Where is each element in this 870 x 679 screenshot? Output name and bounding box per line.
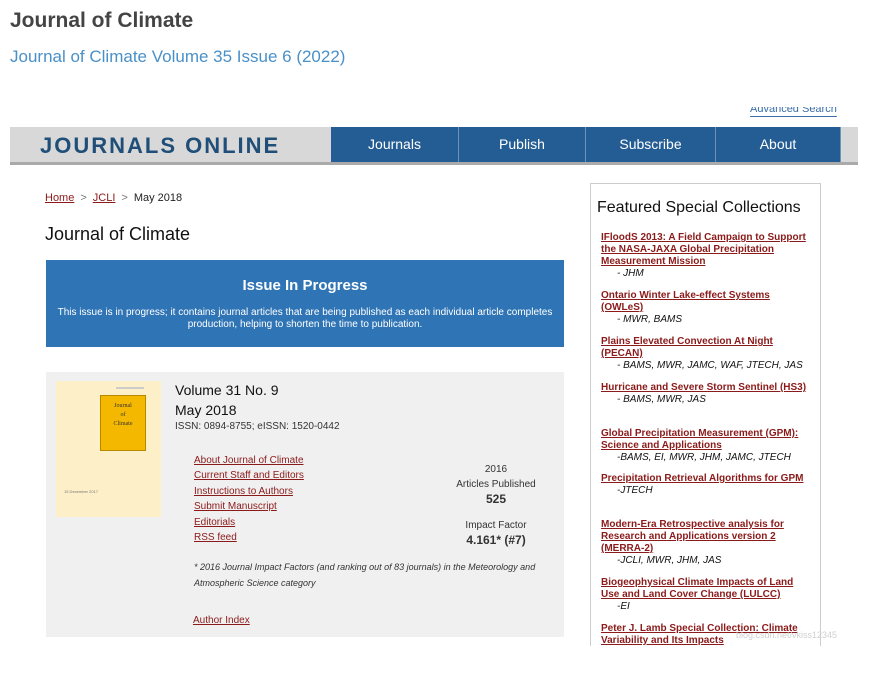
- issue-panel: Journal of Climate 15 December 2017 Volu…: [46, 372, 564, 637]
- banner-text: This issue is in progress; it contains j…: [57, 307, 553, 330]
- collection-link[interactable]: Hurricane and Severe Storm Sentinel (HS3…: [601, 382, 811, 394]
- sidebar-title: Featured Special Collections: [597, 199, 801, 216]
- featured-collections-sidebar: Featured Special Collections IFloodS 201…: [590, 183, 821, 646]
- collection-item: Ontario Winter Lake-effect Systems (OWLe…: [601, 290, 811, 326]
- journal-cover-image[interactable]: Journal of Climate 15 December 2017: [56, 381, 161, 517]
- link-rss-feed[interactable]: RSS feed: [194, 532, 237, 543]
- issue-issn: ISSN: 0894-8755; eISSN: 1520-0442: [175, 421, 340, 432]
- page-subtitle-link[interactable]: Journal of Climate Volume 35 Issue 6 (20…: [10, 47, 345, 67]
- collection-journals: - JHM: [617, 268, 644, 279]
- impact-factor-label: Impact Factor: [465, 520, 527, 531]
- impact-factor-value: 4.161* (#7): [466, 533, 526, 547]
- advanced-search-link[interactable]: Advanced Search: [750, 107, 840, 117]
- issue-stats: 2016 Articles Published 525 Impact Facto…: [441, 462, 551, 549]
- nav-journals[interactable]: Journals: [331, 127, 459, 162]
- breadcrumb: Home > JCLI > May 2018: [45, 192, 182, 204]
- collection-link[interactable]: Plains Elevated Convection At Night (PEC…: [601, 336, 811, 360]
- breadcrumb-separator: >: [121, 192, 128, 204]
- link-staff-editors[interactable]: Current Staff and Editors: [194, 470, 304, 481]
- issue-in-progress-banner: Issue In Progress This issue is in progr…: [46, 260, 564, 347]
- articles-published-label: Articles Published: [456, 479, 536, 490]
- collection-journals: -BAMS, EI, MWR, JHM, JAMC, JTECH: [617, 452, 791, 463]
- page-title: Journal of Climate: [10, 9, 194, 32]
- collection-journals: -JCLI, MWR, JHM, JAS: [617, 555, 722, 566]
- nav-about[interactable]: About: [716, 127, 841, 162]
- collection-item: Biogeophysical Climate Impacts of Land U…: [601, 577, 811, 613]
- collection-journals: - MWR, BAMS: [617, 314, 682, 325]
- journals-online-logo[interactable]: JOURNALS ONLINE: [40, 133, 280, 159]
- breadcrumb-jcli[interactable]: JCLI: [93, 192, 116, 204]
- collection-link[interactable]: Modern-Era Retrospective analysis for Re…: [601, 519, 811, 555]
- collection-link[interactable]: Biogeophysical Climate Impacts of Land U…: [601, 577, 811, 601]
- collection-link[interactable]: Precipitation Retrieval Algorithms for G…: [601, 473, 811, 485]
- collection-item: IFloodS 2013: A Field Campaign to Suppor…: [601, 232, 811, 280]
- link-submit-manuscript[interactable]: Submit Manuscript: [194, 501, 277, 512]
- collection-item: Precipitation Retrieval Algorithms for G…: [601, 473, 811, 497]
- issue-volume: Volume 31 No. 9: [175, 382, 279, 398]
- collection-link[interactable]: Ontario Winter Lake-effect Systems (OWLe…: [601, 290, 811, 314]
- breadcrumb-home[interactable]: Home: [45, 192, 74, 204]
- impact-factor-note: * 2016 Journal Impact Factors (and ranki…: [194, 562, 536, 588]
- collection-journals: -EI: [617, 601, 630, 612]
- collection-item: Modern-Era Retrospective analysis for Re…: [601, 519, 811, 567]
- collection-item: Global Precipitation Measurement (GPM): …: [601, 428, 811, 464]
- collection-item: Plains Elevated Convection At Night (PEC…: [601, 336, 811, 372]
- collection-journals: -JTECH: [617, 485, 653, 496]
- breadcrumb-separator: >: [80, 192, 87, 204]
- breadcrumb-current: May 2018: [133, 192, 183, 204]
- collection-journals: - BAMS, MWR, JAMC, WAF, JTECH, JAS: [617, 360, 803, 371]
- stats-year: 2016: [484, 464, 508, 475]
- cover-title-box: Journal of Climate: [100, 395, 146, 451]
- cover-date: 15 December 2017: [64, 489, 99, 494]
- issue-month: May 2018: [175, 402, 237, 418]
- collection-link[interactable]: Global Precipitation Measurement (GPM): …: [601, 428, 811, 452]
- watermark: blog.csdn.net/vkiss12345: [736, 630, 838, 640]
- collection-link[interactable]: IFloodS 2013: A Field Campaign to Suppor…: [601, 232, 811, 268]
- collection-item: Hurricane and Severe Storm Sentinel (HS3…: [601, 382, 811, 406]
- nav-subscribe[interactable]: Subscribe: [586, 127, 716, 162]
- author-index-link[interactable]: Author Index: [193, 615, 250, 626]
- collection-journals: - BAMS, MWR, JAS: [617, 394, 706, 405]
- top-navbar: JOURNALS ONLINE Journals Publish Subscri…: [10, 127, 858, 165]
- banner-title: Issue In Progress: [242, 277, 368, 294]
- link-about-journal[interactable]: About Journal of Climate: [194, 455, 304, 466]
- journal-heading: Journal of Climate: [45, 224, 191, 244]
- cover-header-line: [116, 387, 144, 389]
- link-editorials[interactable]: Editorials: [194, 517, 235, 528]
- nav-publish[interactable]: Publish: [459, 127, 586, 162]
- articles-published-value: 525: [485, 492, 507, 506]
- link-instructions-authors[interactable]: Instructions to Authors: [194, 486, 293, 497]
